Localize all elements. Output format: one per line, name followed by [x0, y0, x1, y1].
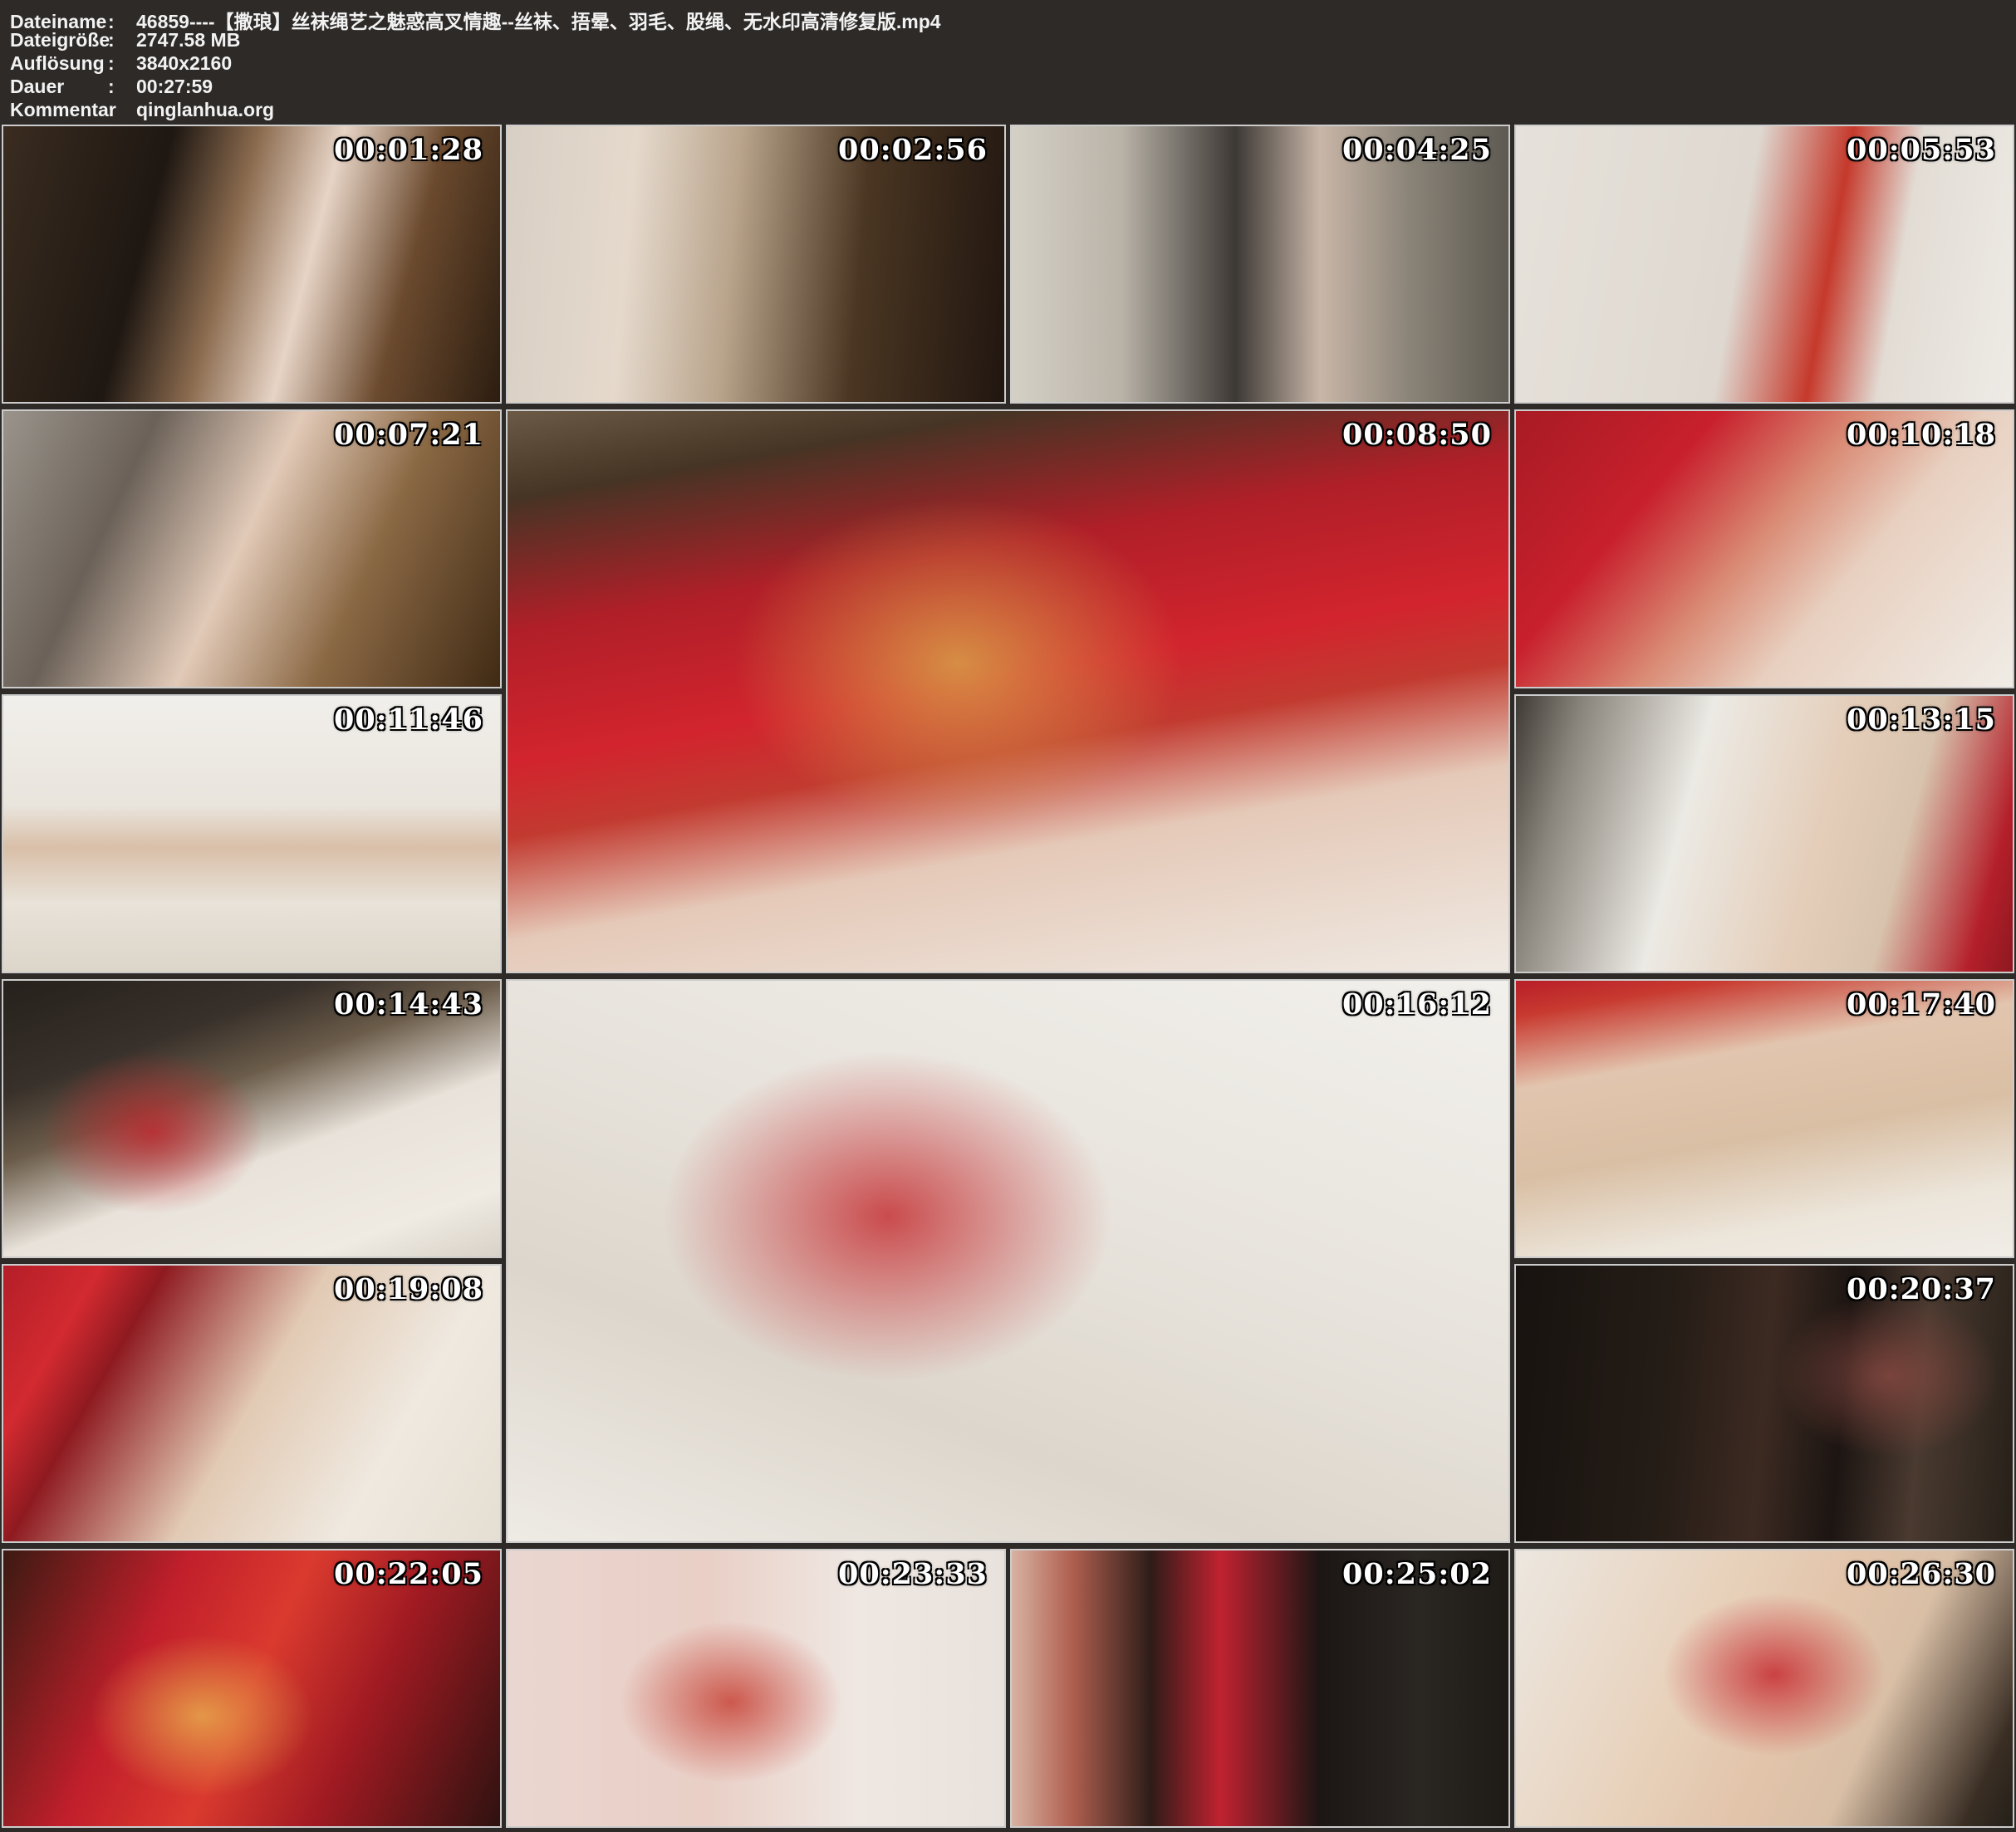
meta-row-comment: Kommentar : qinglanhua.org: [10, 99, 2016, 122]
meta-label-comment: Kommentar: [10, 99, 108, 121]
meta-value-resolution: 3840x2160: [136, 52, 2016, 75]
thumbnail-grid: 00:01:28 00:02:56 00:04:25 00:05:53 00:07:21…: [0, 123, 2016, 1830]
file-info-header: Dateiname : 46859----【撒琅】丝袜绳艺之魅惑高叉情趣--丝袜…: [0, 0, 2016, 123]
thumbnail-timestamp: 00:13:15: [1847, 703, 1996, 737]
video-thumbnail: 00:17:40: [1514, 979, 2014, 1258]
thumbnail-timestamp: 00:04:25: [1342, 133, 1492, 167]
video-thumbnail: 00:11:46: [2, 694, 502, 973]
video-thumbnail: 00:23:33: [506, 1549, 1006, 1828]
thumbnail-timestamp: 00:01:28: [334, 133, 483, 167]
thumbnail-timestamp: 00:17:40: [1847, 987, 1996, 1021]
meta-colon: :: [108, 76, 136, 98]
video-thumbnail: 00:13:15: [1514, 694, 2014, 973]
thumbnail-timestamp: 00:14:43: [334, 987, 483, 1021]
thumbnail-timestamp: 00:07:21: [334, 418, 483, 452]
thumbnail-timestamp: 00:22:05: [334, 1557, 483, 1591]
meta-value-duration: 00:27:59: [136, 76, 2016, 98]
video-thumbnail: 00:14:43: [2, 979, 502, 1258]
thumbnail-timestamp: 00:20:37: [1847, 1272, 1996, 1306]
meta-row-filesize: Dateigröße : 2747.58 MB: [10, 29, 2016, 52]
video-thumbnail: 00:16:12: [506, 979, 1510, 1543]
video-thumbnail: 00:04:25: [1010, 125, 1510, 404]
video-thumbnail: 00:05:53: [1514, 125, 2014, 404]
video-thumbnail: 00:20:37: [1514, 1264, 2014, 1543]
thumbnail-timestamp: 00:16:12: [1342, 987, 1492, 1021]
video-thumbnail: 00:10:18: [1514, 409, 2014, 688]
video-thumbnail: 00:02:56: [506, 125, 1006, 404]
video-thumbnail: 00:25:02: [1010, 1549, 1510, 1828]
meta-label-filesize: Dateigröße: [10, 29, 108, 51]
meta-label-resolution: Auflösung: [10, 52, 108, 75]
contact-sheet: { "file_info": { "colon": ":", "rows": […: [0, 0, 2016, 1832]
video-thumbnail: 00:22:05: [2, 1549, 502, 1828]
thumbnail-timestamp: 00:11:46: [334, 703, 483, 737]
meta-colon: :: [108, 99, 136, 121]
thumbnail-timestamp: 00:26:30: [1847, 1557, 1996, 1591]
video-thumbnail: 00:19:08: [2, 1264, 502, 1543]
meta-colon: :: [108, 29, 136, 51]
video-thumbnail: 00:08:50: [506, 409, 1510, 973]
thumbnail-timestamp: 00:05:53: [1847, 133, 1996, 167]
meta-colon: :: [108, 52, 136, 75]
thumbnail-timestamp: 00:25:02: [1342, 1557, 1492, 1591]
thumbnail-timestamp: 00:23:33: [838, 1557, 988, 1591]
thumbnail-timestamp: 00:08:50: [1342, 418, 1492, 452]
thumbnail-timestamp: 00:10:18: [1847, 418, 1996, 452]
thumbnail-timestamp: 00:02:56: [838, 133, 988, 167]
meta-value-filesize: 2747.58 MB: [136, 29, 2016, 51]
video-thumbnail: 00:01:28: [2, 125, 502, 404]
meta-label-duration: Dauer: [10, 76, 108, 98]
meta-row-resolution: Auflösung : 3840x2160: [10, 52, 2016, 76]
video-thumbnail: 00:07:21: [2, 409, 502, 688]
meta-row-duration: Dauer : 00:27:59: [10, 76, 2016, 99]
meta-row-filename: Dateiname : 46859----【撒琅】丝袜绳艺之魅惑高叉情趣--丝袜…: [10, 6, 2016, 29]
video-thumbnail: 00:26:30: [1514, 1549, 2014, 1828]
thumbnail-timestamp: 00:19:08: [334, 1272, 483, 1306]
meta-value-comment: qinglanhua.org: [136, 99, 2016, 121]
